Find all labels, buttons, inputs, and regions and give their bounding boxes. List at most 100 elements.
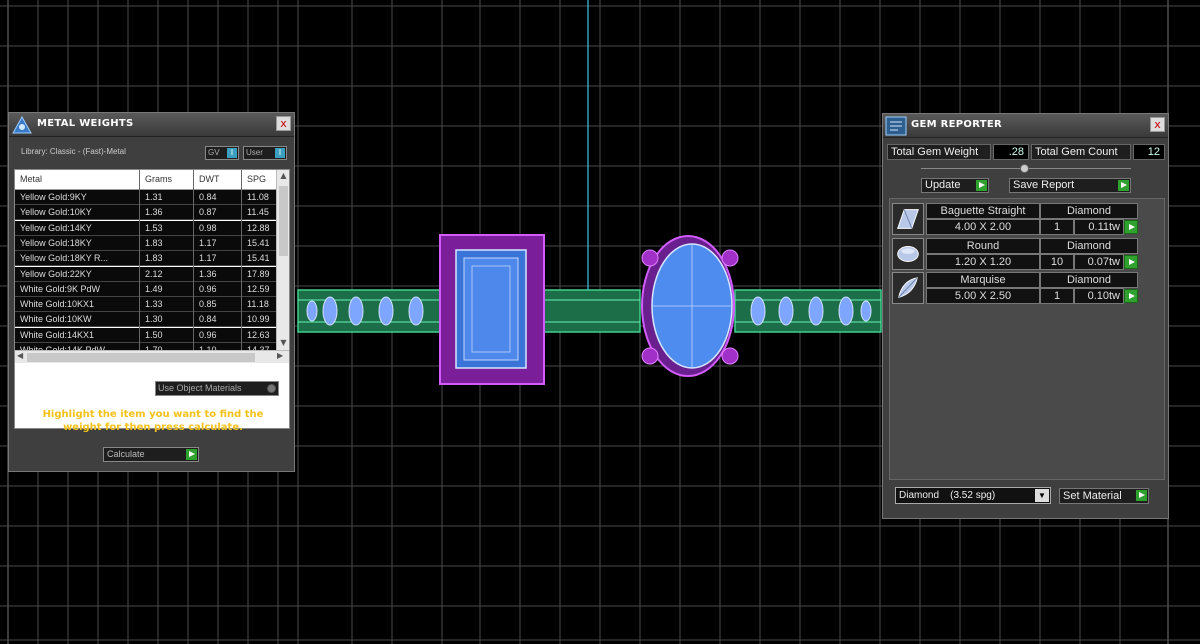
play-arrow-icon <box>186 449 197 460</box>
metal-name-cell: Yellow Gold:18KY <box>20 237 92 248</box>
set-material-button-label: Set Material <box>1063 490 1122 502</box>
gem-list-item[interactable]: Round Diamond 1.20 X 1.20 10 0.07tw <box>892 237 1142 270</box>
dwt-cell: 0.87 <box>199 207 217 218</box>
metal-name-cell: White Gold:9K PdW <box>20 283 101 294</box>
material-select[interactable]: Diamond (3.52 spg) ▼ <box>895 487 1051 504</box>
table-row[interactable]: White Gold:9K PdW 1.49 0.96 12.59 <box>15 281 277 297</box>
set-material-button[interactable]: Set Material <box>1059 488 1149 504</box>
chevron-down-icon[interactable]: ▼ <box>1035 489 1049 502</box>
gv-toggle-label: GV <box>208 148 220 157</box>
dwt-cell: 1.36 <box>199 268 217 279</box>
gem-detail-arrow-icon[interactable] <box>1124 289 1138 303</box>
column-header-metal[interactable]: Metal <box>20 174 42 184</box>
table-row[interactable]: Yellow Gold:9KY 1.31 0.84 11.08 <box>15 190 277 205</box>
use-object-materials-toggle[interactable]: Use Object Materials <box>155 381 279 396</box>
gem-list[interactable]: Baguette Straight Diamond 4.00 X 2.00 1 0.11… <box>889 198 1165 480</box>
gv-toggle-indicator: I <box>227 148 237 158</box>
scroll-up-icon[interactable]: ▲ <box>277 171 289 180</box>
horizontal-scroll-thumb[interactable] <box>27 353 255 362</box>
metal-table-horizontal-scrollbar[interactable]: ◀ ▶ <box>15 350 289 363</box>
table-row[interactable]: White Gold:10KW 1.30 0.84 10.99 <box>15 312 277 328</box>
gem-reporter-app-icon <box>885 116 907 136</box>
spg-cell: 12.59 <box>247 283 270 294</box>
gem-slider-knob[interactable] <box>1019 164 1029 173</box>
metal-name-cell: Yellow Gold:22KY <box>20 268 92 279</box>
user-toggle[interactable]: User I <box>243 146 287 160</box>
table-row[interactable]: Yellow Gold:14KY 1.53 0.98 12.88 <box>15 220 277 236</box>
grams-cell: 1.49 <box>145 283 163 294</box>
baguette-setting <box>439 234 545 385</box>
table-row[interactable]: Yellow Gold:10KY 1.36 0.87 11.45 <box>15 205 277 221</box>
metal-name-cell: Yellow Gold:9KY <box>20 192 87 202</box>
metal-weights-panel: METAL WEIGHTS x Library: Classic - (Fast… <box>8 112 295 472</box>
gem-list-item[interactable]: Marquise Diamond 5.00 X 2.50 1 0.10tw <box>892 272 1142 304</box>
gv-toggle[interactable]: GV I <box>205 146 239 160</box>
gem-weight: 0.10tw <box>1074 288 1124 304</box>
column-header-dwt[interactable]: DWT <box>199 174 220 184</box>
gem-size: 1.20 X 1.20 <box>926 253 1040 270</box>
gem-reporter-titlebar[interactable]: GEM REPORTER x <box>883 114 1168 138</box>
library-label: Library: Classic - (Fast)-Metal <box>21 147 126 156</box>
spg-cell: 15.41 <box>247 253 270 264</box>
gem-shape: Marquise <box>926 272 1040 288</box>
gem-shape: Round <box>926 237 1040 254</box>
grams-cell: 1.83 <box>145 237 163 248</box>
table-row[interactable]: White Gold:14KX1 1.50 0.96 12.63 <box>15 327 277 343</box>
user-toggle-label: User <box>246 148 263 157</box>
metal-table-vertical-scrollbar[interactable]: ▲ ▼ <box>276 170 289 350</box>
dwt-cell: 0.84 <box>199 314 217 325</box>
use-object-materials-label: Use Object Materials <box>158 383 242 393</box>
table-row[interactable]: White Gold:10KX1 1.33 0.85 11.18 <box>15 297 277 313</box>
instruction-hint: Highlight the item you want to find the … <box>42 409 264 433</box>
gem-detail-arrow-icon[interactable] <box>1124 220 1138 234</box>
spg-cell: 11.45 <box>247 207 269 218</box>
gem-material: Diamond <box>1040 272 1138 288</box>
update-button[interactable]: Update <box>921 178 989 193</box>
spg-cell: 12.88 <box>247 222 270 233</box>
material-select-value: Diamond (3.52 spg) <box>899 490 996 501</box>
metal-name-cell: White Gold:14KX1 <box>20 329 95 340</box>
gem-weight: 0.11tw <box>1074 219 1124 235</box>
calculate-button[interactable]: Calculate <box>103 447 199 462</box>
dwt-cell: 0.85 <box>199 299 217 310</box>
radio-dot-icon <box>267 384 276 393</box>
metal-weights-titlebar[interactable]: METAL WEIGHTS x <box>9 113 294 137</box>
metal-name-cell: White Gold:10KX1 <box>20 299 95 310</box>
gem-reporter-close-button[interactable]: x <box>1150 117 1165 132</box>
table-row[interactable]: Yellow Gold:18KY R... 1.83 1.17 15.41 <box>15 251 277 267</box>
total-gem-count-value: 12 <box>1133 144 1165 160</box>
metal-name-cell: White Gold:10KW <box>20 314 92 325</box>
baguette-gem-icon <box>892 203 924 235</box>
metal-name-cell: Yellow Gold:10KY <box>20 207 92 218</box>
grams-cell: 1.50 <box>145 329 163 340</box>
save-report-button[interactable]: Save Report <box>1009 178 1131 193</box>
total-gem-weight-value: .28 <box>993 144 1029 160</box>
gem-list-item[interactable]: Baguette Straight Diamond 4.00 X 2.00 1 0.11… <box>892 203 1142 235</box>
column-header-grams[interactable]: Grams <box>145 174 172 184</box>
scroll-left-icon[interactable]: ◀ <box>17 351 23 360</box>
table-row[interactable]: Yellow Gold:22KY 2.12 1.36 17.89 <box>15 266 277 282</box>
dwt-cell: 0.96 <box>199 283 217 294</box>
total-gem-weight-label: Total Gem Weight <box>887 144 991 160</box>
metal-weights-close-button[interactable]: x <box>276 116 291 131</box>
dwt-cell: 1.17 <box>199 237 217 248</box>
column-header-spg[interactable]: SPG <box>247 174 266 184</box>
grams-cell: 2.12 <box>145 268 163 279</box>
gem-count: 10 <box>1040 253 1074 270</box>
grams-cell: 1.53 <box>145 222 163 233</box>
metal-name-cell: Yellow Gold:18KY R... <box>20 253 109 264</box>
marquise-gem-icon <box>892 272 924 304</box>
grams-cell: 1.33 <box>145 299 163 310</box>
gem-size: 4.00 X 2.00 <box>926 219 1040 235</box>
scroll-right-icon[interactable]: ▶ <box>277 351 283 360</box>
vertical-scroll-thumb[interactable] <box>279 186 288 256</box>
gem-reporter-title: GEM REPORTER <box>911 119 1003 130</box>
save-report-button-label: Save Report <box>1013 179 1075 191</box>
gem-detail-arrow-icon[interactable] <box>1124 254 1138 269</box>
gem-material: Diamond <box>1040 237 1138 254</box>
dwt-cell: 0.96 <box>199 329 217 340</box>
table-row[interactable]: Yellow Gold:18KY 1.83 1.17 15.41 <box>15 235 277 251</box>
gem-material: Diamond <box>1040 203 1138 219</box>
play-arrow-icon <box>1118 180 1129 191</box>
scroll-down-icon[interactable]: ▼ <box>277 338 289 347</box>
